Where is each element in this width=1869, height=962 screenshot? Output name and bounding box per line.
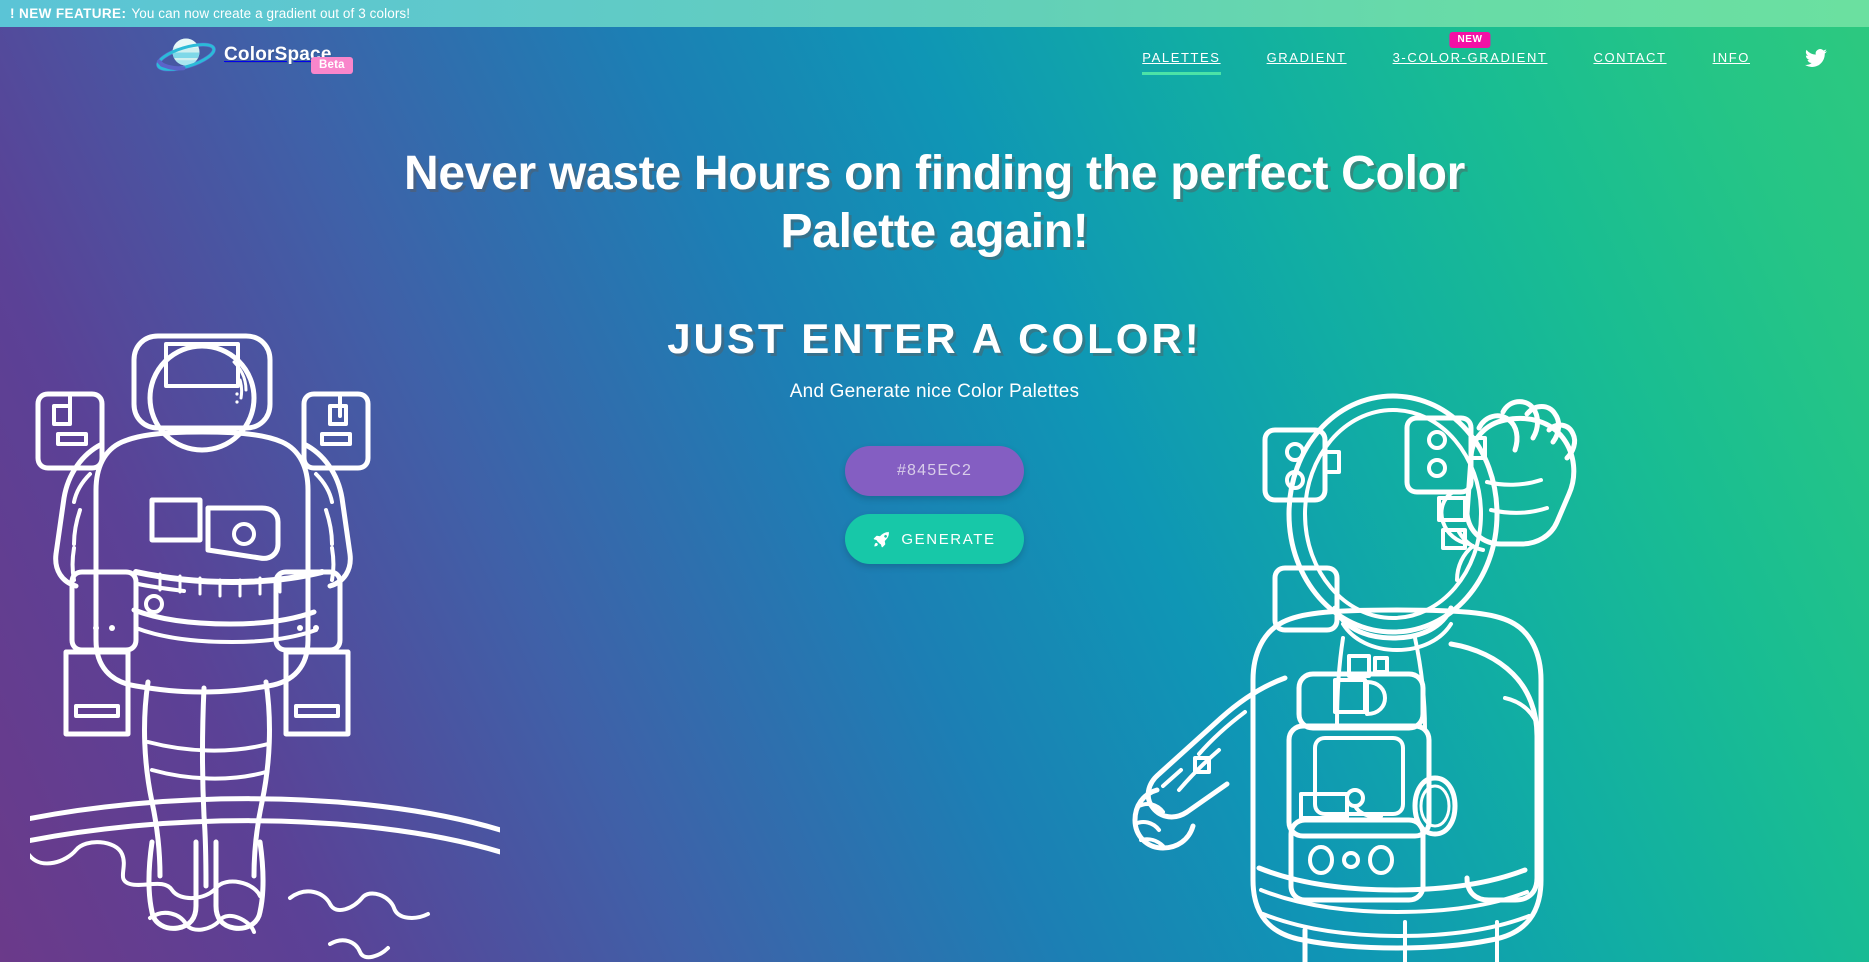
- beta-badge: Beta: [311, 57, 353, 74]
- announcement-text: You can now create a gradient out of 3 c…: [131, 6, 411, 21]
- nav-item-label: 3-COLOR-GRADIENT: [1392, 50, 1548, 65]
- nav-item-contact[interactable]: CONTACT: [1570, 27, 1689, 89]
- rocket-icon: [873, 531, 890, 548]
- main-navigation: PALETTES GRADIENT NEW 3-COLOR-GRADIENT C…: [1119, 27, 1869, 89]
- page-root: ! NEW FEATURE: You can now create a grad…: [0, 0, 1869, 962]
- twitter-icon[interactable]: [1805, 47, 1827, 69]
- planet-icon: [155, 33, 217, 77]
- nav-item-palettes[interactable]: PALETTES: [1119, 27, 1243, 89]
- nav-item-gradient[interactable]: GRADIENT: [1244, 27, 1370, 89]
- generate-button-label: GENERATE: [901, 530, 996, 548]
- page-title: Never waste Hours on finding the perfect…: [403, 147, 1466, 258]
- site-header: ColorSpace Beta PALETTES GRADIENT NEW 3-…: [0, 27, 1869, 89]
- nav-item-label: CONTACT: [1593, 50, 1667, 65]
- color-input[interactable]: [845, 446, 1024, 497]
- hero-tagline: And Generate nice Color Palettes: [789, 381, 1080, 403]
- generate-button[interactable]: GENERATE: [845, 514, 1024, 565]
- color-generator-form: GENERATE: [0, 446, 1869, 565]
- nav-item-3-color-gradient[interactable]: NEW 3-COLOR-GRADIENT: [1370, 27, 1571, 89]
- nav-item-label: GRADIENT: [1266, 50, 1347, 65]
- brand-logo-link[interactable]: ColorSpace: [155, 33, 332, 77]
- hero-subheadline: JUST ENTER A COLOR!: [667, 315, 1202, 363]
- announcement-bar: ! NEW FEATURE: You can now create a grad…: [0, 0, 1869, 27]
- nav-item-label: PALETTES: [1142, 50, 1221, 65]
- announcement-badge: ! NEW FEATURE:: [10, 6, 127, 21]
- nav-item-info[interactable]: INFO: [1690, 27, 1773, 89]
- nav-item-label: INFO: [1712, 50, 1750, 65]
- hero-section: Never waste Hours on finding the perfect…: [0, 89, 1869, 565]
- new-badge: NEW: [1449, 32, 1491, 48]
